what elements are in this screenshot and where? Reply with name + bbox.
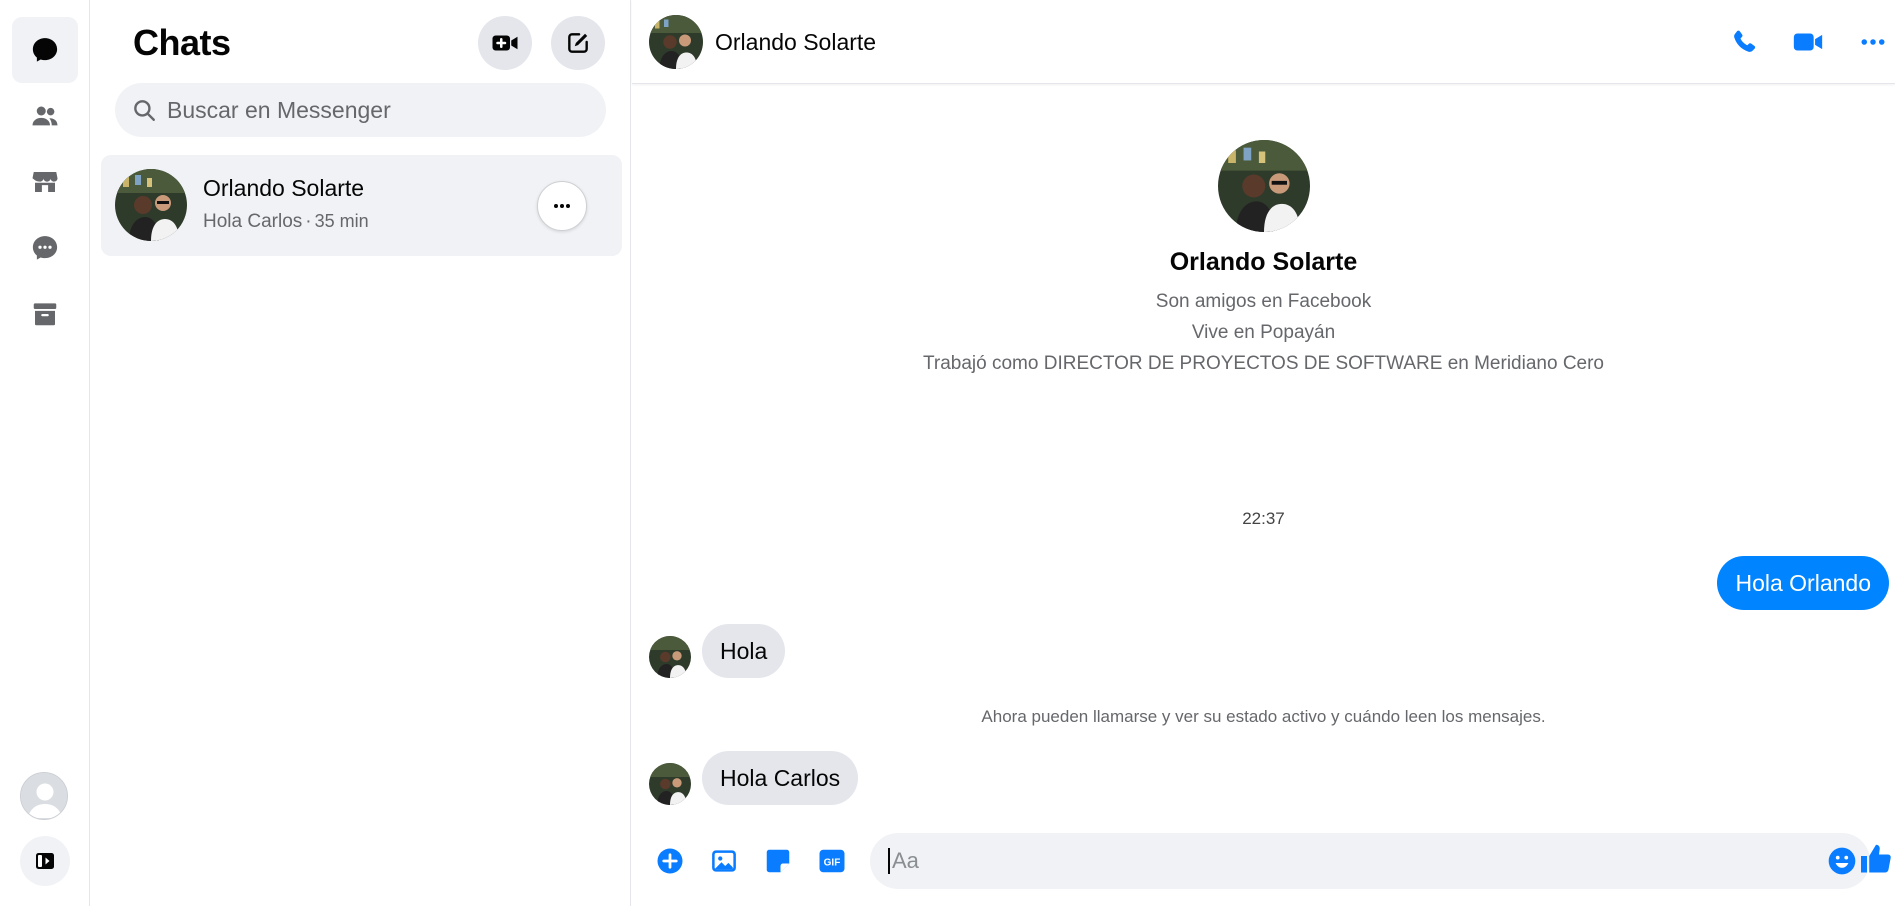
rail-chats-button[interactable] <box>12 17 78 83</box>
chats-icon <box>32 38 58 62</box>
conversation-options-button[interactable] <box>537 181 587 231</box>
search-input[interactable] <box>167 96 587 124</box>
requests-icon <box>32 236 58 260</box>
profile-work: Trabajó como DIRECTOR DE PROYECTOS DE SO… <box>922 353 1604 374</box>
header-contact-name[interactable]: Orlando Solarte <box>715 29 876 56</box>
chat-list-title: Chats <box>133 22 231 63</box>
rail-marketplace-button[interactable] <box>12 149 78 215</box>
header-avatar[interactable] <box>649 15 703 69</box>
sidebar-toggle-button[interactable] <box>20 836 70 886</box>
new-message-button[interactable] <box>551 16 605 70</box>
conversation-pane: Orlando Solarte Orlando Solarte Son amig… <box>632 0 1895 906</box>
search-icon <box>134 100 155 121</box>
rail-requests-button[interactable] <box>12 215 78 281</box>
conversation-last-message: Hola Carlos <box>203 211 303 232</box>
svg-text:GIF: GIF <box>824 857 841 868</box>
chat-list-panel: Chats Orlando Solarte <box>91 0 631 906</box>
user-avatar[interactable] <box>20 772 68 820</box>
outgoing-message[interactable]: Hola Orlando <box>1717 556 1889 610</box>
send-like-button[interactable] <box>1858 841 1894 877</box>
preview-separator: · <box>305 211 312 232</box>
message-avatar <box>649 763 691 805</box>
sticker-button[interactable] <box>760 843 796 879</box>
default-avatar-icon <box>21 773 67 819</box>
marketplace-icon <box>32 172 58 192</box>
more-actions-button[interactable] <box>652 843 688 879</box>
rail-people-button[interactable] <box>12 83 78 149</box>
incoming-message[interactable]: Hola Carlos <box>702 751 859 805</box>
conversation-item[interactable]: Orlando Solarte Hola Carlos · 35 min <box>101 155 622 256</box>
message-avatar <box>649 636 691 678</box>
new-video-room-button[interactable] <box>478 16 532 70</box>
profile-location: Vive en Popayán <box>1191 322 1336 343</box>
gif-icon: GIF <box>819 849 845 873</box>
profile-name: Orlando Solarte <box>1169 248 1358 276</box>
plus-icon <box>657 848 683 874</box>
contact-photo <box>1217 140 1310 232</box>
archive-icon <box>33 303 57 326</box>
sticker-icon <box>766 849 790 873</box>
contact-photo <box>115 169 187 241</box>
incoming-message[interactable]: Hola <box>702 624 786 678</box>
sidebar-toggle-icon <box>36 853 54 869</box>
messenger-app: Chats Orlando Solarte <box>0 0 1895 906</box>
attach-photo-button[interactable] <box>706 843 742 879</box>
compose-icon <box>568 33 588 53</box>
message-timestamp: 22:37 <box>1242 509 1285 528</box>
emoji-button[interactable] <box>1826 845 1858 877</box>
audio-call-button[interactable] <box>1724 22 1764 62</box>
people-icon <box>32 106 58 126</box>
profile-friendship: Son amigos en Facebook <box>1155 291 1372 312</box>
message-input-box[interactable] <box>870 833 1870 889</box>
rail-archive-button[interactable] <box>12 281 78 347</box>
message-composer: GIF <box>632 833 1895 889</box>
conversation-preview: Hola Carlos · 35 min <box>203 211 369 233</box>
gif-button[interactable]: GIF <box>814 843 850 879</box>
photo-icon <box>712 850 736 872</box>
phone-icon <box>1734 30 1756 52</box>
like-icon <box>1861 844 1891 873</box>
system-notice: Ahora pueden llamarse y ver su estado ac… <box>981 707 1546 726</box>
video-camera-icon <box>1793 33 1823 51</box>
contact-photo <box>649 636 691 678</box>
message-input[interactable] <box>888 848 1768 874</box>
emoji-icon <box>1828 847 1856 875</box>
video-plus-icon <box>492 35 518 51</box>
contact-profile-card: Orlando Solarte Son amigos en Facebook V… <box>632 140 1895 375</box>
profile-avatar[interactable] <box>1217 140 1310 232</box>
contact-avatar <box>115 169 187 241</box>
conversation-time: 35 min <box>314 211 369 231</box>
contact-photo <box>649 763 691 805</box>
more-dots-icon <box>1861 39 1885 45</box>
conversation-header: Orlando Solarte <box>632 0 1895 84</box>
contact-photo <box>649 15 703 69</box>
conversation-name: Orlando Solarte <box>203 175 365 201</box>
video-call-button[interactable] <box>1788 22 1828 62</box>
more-dots-icon <box>554 204 570 208</box>
search-box[interactable] <box>115 83 606 137</box>
conversation-info-button[interactable] <box>1855 22 1891 62</box>
left-rail <box>0 0 90 906</box>
